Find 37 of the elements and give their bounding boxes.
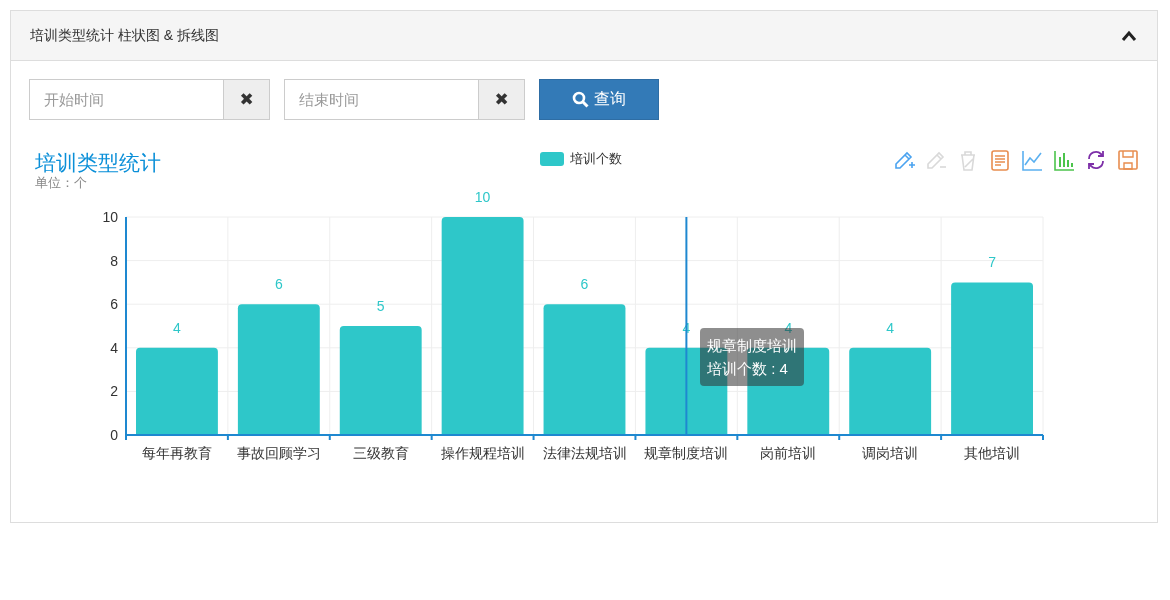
- data-label: 6: [580, 276, 589, 293]
- data-label: 4: [886, 319, 895, 336]
- bar-chart-icon[interactable]: [1052, 148, 1076, 172]
- clear-button[interactable]: ✖: [478, 80, 524, 119]
- data-label: 6: [274, 276, 283, 293]
- panel-title: 培训类型统计 柱状图 & 拆线图: [30, 26, 219, 45]
- legend-label[interactable]: 培训个数: [570, 150, 622, 168]
- document-icon[interactable]: [988, 148, 1012, 172]
- x-tick-label: 操作规程培训: [440, 445, 525, 461]
- x-tick-label: 法律法规培训: [542, 445, 627, 461]
- y-tick-label: 0: [110, 427, 118, 443]
- x-tick-label: 规章制度培训: [644, 445, 729, 461]
- query-button[interactable]: 查询: [539, 79, 659, 120]
- clear-button[interactable]: ✖: [223, 80, 269, 119]
- legend-swatch[interactable]: [540, 152, 564, 166]
- date-field[interactable]: 结束时间 ✖: [284, 79, 525, 120]
- data-label: 7: [988, 254, 996, 271]
- line-chart-icon[interactable]: [1020, 148, 1044, 172]
- y-tick-label: 8: [110, 252, 118, 269]
- date-field[interactable]: 开始时间 ✖: [29, 79, 270, 120]
- x-tick-label: 每年再教育: [141, 445, 212, 461]
- x-tick-label: 其他培训: [964, 445, 1021, 461]
- y-tick-label: 6: [110, 296, 118, 313]
- x-tick-label: 岗前培训: [760, 445, 817, 461]
- x-tick-label: 三级教育: [352, 445, 409, 461]
- y-tick-label: 4: [110, 339, 118, 356]
- x-tick-label: 事故回顾学习: [236, 445, 321, 461]
- data-label: 4: [173, 319, 181, 336]
- y-tick-label: 2: [110, 383, 118, 400]
- x-tick-label: 调岗培训: [862, 445, 919, 461]
- chart-title: 培训类型统计: [35, 150, 161, 176]
- y-tick-label: 10: [102, 209, 118, 225]
- search-icon: [572, 91, 589, 108]
- chart-subtitle: 单位：个: [35, 176, 88, 190]
- data-label: 10: [474, 189, 491, 205]
- data-label: 5: [376, 298, 385, 314]
- chevron-up-icon[interactable]: [1121, 29, 1137, 42]
